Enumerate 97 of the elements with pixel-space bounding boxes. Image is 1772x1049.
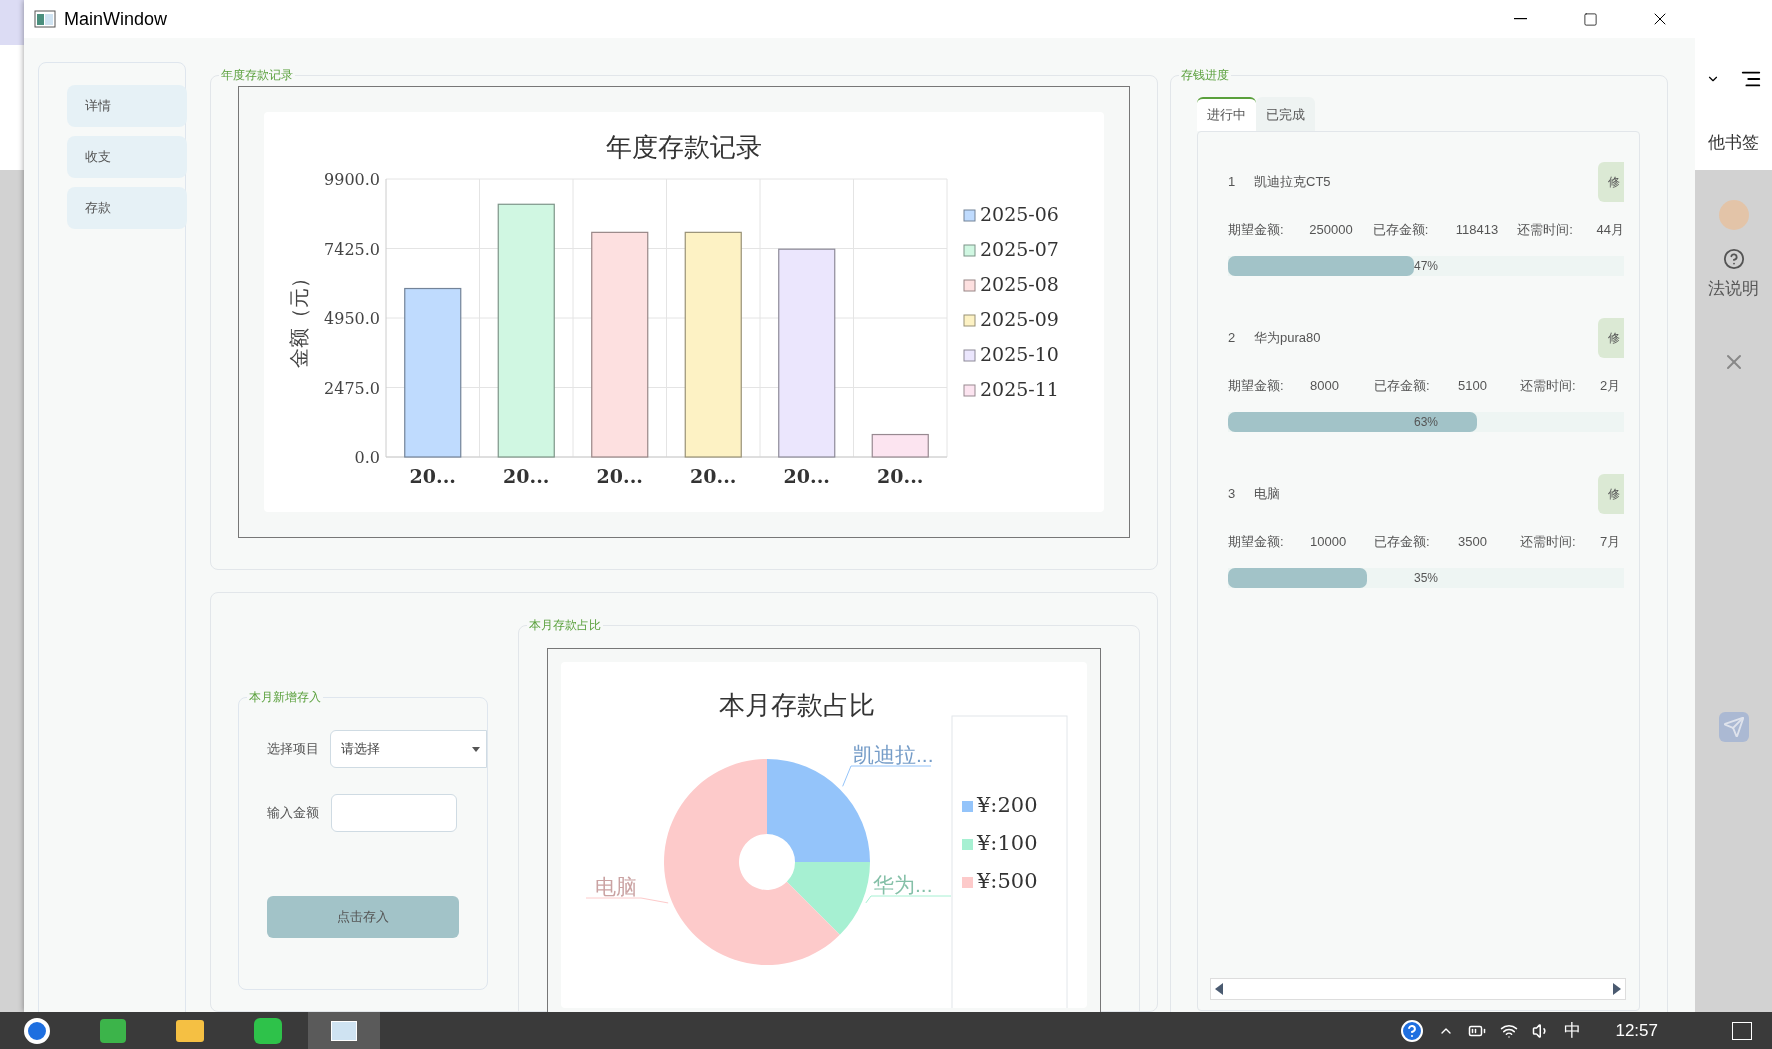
field-value: 250000 xyxy=(1309,221,1354,240)
tab[interactable]: 已完成 xyxy=(1256,97,1315,131)
bar xyxy=(871,433,929,458)
amount-input[interactable] xyxy=(331,794,457,832)
field-label: 输入金额 xyxy=(267,804,320,823)
field-value: 10000 xyxy=(1310,533,1348,552)
group-title: 本月存款占比 xyxy=(527,617,603,633)
legend-label: 2025-11 xyxy=(980,378,1059,400)
legend-label: 2025-06 xyxy=(980,203,1059,225)
window-title: MainWindow xyxy=(64,7,168,31)
item-name: 华为pura80 xyxy=(1254,329,1321,348)
legend-swatch xyxy=(963,209,976,222)
legend-label: 2025-07 xyxy=(980,238,1059,260)
legend-label: ¥:500 xyxy=(977,869,1038,893)
maximize-icon xyxy=(1582,11,1598,27)
field-label: 还需时间: xyxy=(1520,377,1577,396)
chart-title: 年度存款记录 xyxy=(606,132,762,162)
item-name: 凯迪拉克CT5 xyxy=(1254,173,1331,192)
field-label: 还需时间: xyxy=(1517,221,1574,240)
field-label: 已存金额: xyxy=(1374,533,1431,552)
progress-percent: 35% xyxy=(1414,570,1439,586)
tick-label: 20... xyxy=(503,465,550,487)
edit-button[interactable]: 修 xyxy=(1598,162,1624,202)
legend-swatch xyxy=(963,314,976,327)
app-icon xyxy=(331,1020,357,1041)
avatar xyxy=(1718,200,1749,230)
slice-label: 凯迪拉... xyxy=(853,743,934,766)
project-select[interactable]: 请选择 xyxy=(330,730,487,768)
help-icon[interactable] xyxy=(1722,248,1745,270)
submit-button[interactable]: 点击存入 xyxy=(267,896,459,938)
field-value: 44月 xyxy=(1596,221,1624,240)
select-value: 请选择 xyxy=(341,740,381,759)
progress-percent: 47% xyxy=(1414,258,1439,274)
slice-label: 电脑 xyxy=(595,875,637,898)
tick-label: 20... xyxy=(690,465,737,487)
tick-label: 20... xyxy=(409,465,456,487)
tick-label: 20... xyxy=(783,465,830,487)
legend-label: 2025-09 xyxy=(980,308,1059,330)
tick-label: 7425.0 xyxy=(324,239,380,259)
progress-percent: 63% xyxy=(1414,414,1439,430)
legend-label: ¥:200 xyxy=(977,793,1038,817)
legend-swatch xyxy=(962,877,973,888)
chart-title: 本月存款占比 xyxy=(719,690,875,720)
nav-button[interactable]: 详情 xyxy=(67,85,187,127)
input-method[interactable]: 中 xyxy=(1564,1017,1582,1044)
group-title: 年度存款记录 xyxy=(219,67,295,83)
field-value: 7月 xyxy=(1600,533,1621,552)
nav-button[interactable]: 收支 xyxy=(67,136,187,178)
field-label: 还需时间: xyxy=(1520,533,1577,552)
scroll-left-icon[interactable] xyxy=(1215,983,1223,995)
legend-swatch xyxy=(962,801,973,812)
axis-title: 金额（元） xyxy=(287,268,311,368)
item-name: 电脑 xyxy=(1254,485,1280,504)
field-label: 期望金额: xyxy=(1228,377,1285,396)
item-index: 1 xyxy=(1228,173,1237,192)
legend-label: ¥:100 xyxy=(977,831,1038,855)
field-label: 期望金额: xyxy=(1228,533,1285,552)
tick-label: 20... xyxy=(877,465,924,487)
legend-swatch xyxy=(962,839,973,850)
legend-label: 2025-10 xyxy=(980,343,1059,365)
slice-label: 华为... xyxy=(873,873,933,896)
field-label: 期望金额: xyxy=(1228,221,1285,240)
field-label: 已存金额: xyxy=(1372,221,1430,240)
field-value: 2月 xyxy=(1600,377,1621,396)
edit-button[interactable]: 修 xyxy=(1598,474,1624,514)
tick-label: 9900.0 xyxy=(324,170,380,189)
legend-swatch xyxy=(963,244,976,257)
taskbar-window-button[interactable] xyxy=(308,1012,380,1049)
minimize-icon xyxy=(1513,18,1527,20)
tab[interactable]: 进行中 xyxy=(1197,97,1256,131)
field-value: 8000 xyxy=(1310,377,1340,396)
nav-button[interactable]: 存款 xyxy=(67,187,187,229)
item-index: 3 xyxy=(1228,485,1237,504)
field-value: 118413 xyxy=(1455,221,1500,240)
tick-label: 20... xyxy=(596,465,643,487)
tick-label: 4950.0 xyxy=(324,309,380,328)
tick-label: 2475.0 xyxy=(324,378,380,398)
scroll-right-icon[interactable] xyxy=(1613,983,1621,995)
tick-label: 0.0 xyxy=(354,448,380,467)
field-label: 已存金额: xyxy=(1374,377,1431,396)
edit-button[interactable]: 修 xyxy=(1598,318,1624,358)
dropdown-arrow-icon xyxy=(472,747,480,752)
field-value: 3500 xyxy=(1458,533,1488,552)
legend-label: 2025-08 xyxy=(980,273,1059,295)
bookmark-label[interactable]: 他书签 xyxy=(1708,130,1759,156)
clock[interactable]: 12:57 xyxy=(1615,1017,1658,1044)
field-value: 5100 xyxy=(1458,377,1488,396)
item-index: 2 xyxy=(1228,329,1237,348)
app-icon xyxy=(34,10,56,28)
horizontal-scrollbar[interactable] xyxy=(1210,978,1626,1000)
legend-swatch xyxy=(963,384,976,397)
legend-swatch xyxy=(963,279,976,292)
field-label: 选择项目 xyxy=(267,740,320,759)
help-label[interactable]: 法说明 xyxy=(1708,276,1759,302)
group-title: 本月新增存入 xyxy=(247,689,323,705)
group-title: 存钱进度 xyxy=(1179,67,1231,83)
legend-swatch xyxy=(963,349,976,362)
